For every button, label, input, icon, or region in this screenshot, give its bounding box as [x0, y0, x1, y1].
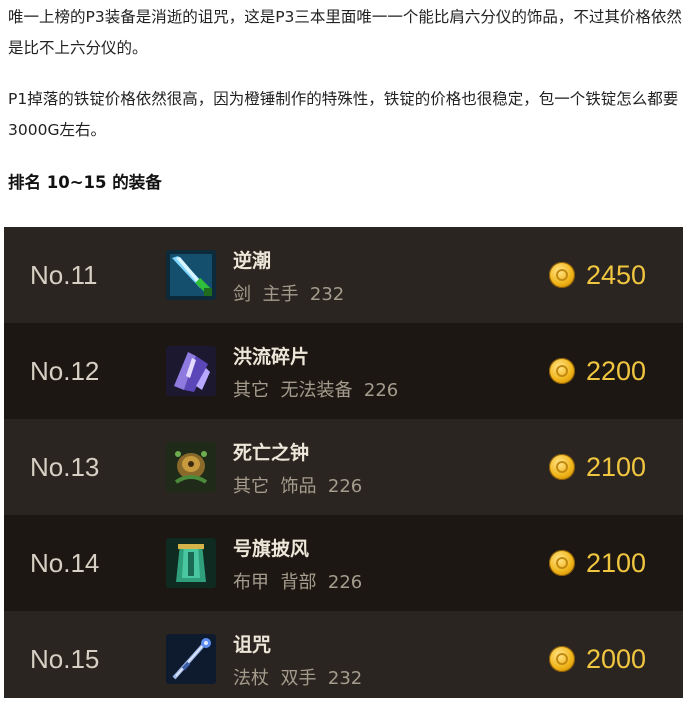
rank-label: No.15	[30, 644, 100, 674]
article-paragraph-2: P1掉落的铁锭价格依然很高，因为橙锤制作的特殊性，铁锭的价格也很稳定，包一个铁锭…	[8, 90, 679, 139]
rank-label: No.11	[30, 260, 98, 290]
item-name: 号旗披风	[233, 538, 310, 560]
gold-coin-icon	[549, 550, 575, 576]
gold-coin-icon	[549, 646, 575, 672]
table-row: No.11 逆潮 剑 主手 232 2450	[4, 227, 683, 323]
cloak-icon	[166, 538, 216, 588]
item-name: 死亡之钟	[233, 442, 310, 464]
rank-label: No.12	[30, 356, 100, 386]
item-meta: 其它 无法装备 226	[233, 380, 399, 401]
gold-coin-icon	[549, 262, 575, 288]
bell-trinket-icon	[166, 442, 216, 492]
item-meta: 剑 主手 232	[233, 284, 345, 305]
gold-coin-icon	[549, 358, 575, 384]
item-price: 2200	[586, 356, 647, 386]
item-price: 2100	[586, 548, 647, 578]
table-row: No.14 号旗披风 布甲 背部 226 2100	[4, 515, 683, 611]
item-name: 诅咒	[233, 634, 272, 656]
table-row: No.12 洪流碎片 其它 无法装备 226 2200	[4, 323, 683, 419]
gold-coin-icon	[549, 454, 575, 480]
item-price: 2450	[586, 260, 647, 290]
rank-label: No.13	[30, 452, 100, 482]
sword-icon	[166, 250, 216, 300]
rank-label: No.14	[30, 548, 100, 578]
article-paragraph-1: 唯一上榜的P3装备是消逝的诅咒，这是P3三本里面唯一一个能比肩六分仪的饰品，不过…	[8, 8, 682, 57]
item-meta: 布甲 背部 226	[233, 572, 363, 593]
section-heading: 排名 10~15 的装备	[8, 173, 162, 192]
item-name: 洪流碎片	[233, 346, 310, 368]
table-row: No.15 诅咒 法杖 双手 232 2000	[4, 611, 683, 698]
item-price: 2000	[586, 644, 647, 674]
item-name: 逆潮	[233, 250, 272, 272]
table-row: No.13 死亡之钟 其它 饰品 226 2100	[4, 419, 683, 515]
item-meta: 其它 饰品 226	[233, 476, 363, 497]
staff-icon	[166, 634, 216, 684]
item-price: 2100	[586, 452, 647, 482]
crystal-shard-icon	[166, 346, 216, 396]
ranking-table: No.11 逆潮 剑 主手 232 2450 No.12 洪流碎片 其它 无法装…	[4, 227, 683, 698]
item-meta: 法杖 双手 232	[233, 668, 363, 689]
